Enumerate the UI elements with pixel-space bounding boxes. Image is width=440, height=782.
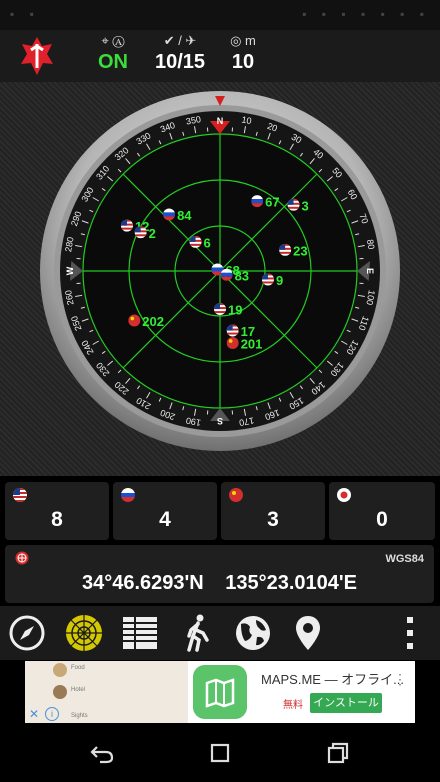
satellite-id: 23 — [293, 243, 307, 258]
more-vertical-icon[interactable] — [389, 612, 431, 654]
satellite-id: 201 — [241, 336, 263, 351]
datum-label: WGS84 — [385, 553, 424, 565]
coordinates: 34°46.6293'N 135°23.0104'E — [81, 572, 358, 594]
mapsme-app-icon — [193, 665, 247, 719]
constellation-count-us: 8 — [51, 508, 63, 531]
satellite-id: 83 — [235, 268, 249, 283]
compass-cardinal-s: S — [217, 416, 223, 426]
satellite-id: 84 — [177, 208, 192, 223]
compass-cardinal-e: E — [365, 268, 375, 274]
compass-degree-label: 10 — [241, 115, 253, 127]
cn-flag-icon — [128, 314, 141, 327]
ad-map-label: Food — [71, 665, 85, 671]
back-icon[interactable] — [88, 740, 116, 766]
compass-degree-label: 80 — [365, 239, 377, 251]
status-bar: ▪ ▪ ▪ ▪ ▪ ▪ ▪ ▪ ▪ — [0, 0, 440, 30]
us-flag-icon — [134, 226, 147, 239]
ad-title: MAPS.ME — オフライ... — [261, 672, 405, 687]
us-flag-icon — [189, 235, 202, 248]
cn-flag-icon — [229, 488, 243, 502]
us-flag-icon — [287, 198, 300, 211]
ad-close-icon[interactable]: ✕ — [29, 707, 39, 721]
app-logo-icon[interactable] — [20, 36, 54, 76]
position-card[interactable]: WGS84 34°46.6293'N 135°23.0104'E — [5, 545, 434, 603]
android-nav-bar — [0, 724, 440, 782]
jp-flag-icon — [337, 488, 351, 502]
us-flag-icon — [120, 219, 133, 232]
us-flag-icon — [261, 273, 274, 286]
bottom-toolbar — [0, 606, 440, 660]
ru-flag-icon — [251, 195, 264, 208]
constellation-count-ru: 4 — [159, 508, 171, 531]
constellation-card-cn[interactable]: 3 — [221, 482, 325, 540]
constellation-card-jp[interactable]: 0 — [329, 482, 435, 540]
food-icon — [53, 663, 67, 677]
compass-cardinal-w: W — [65, 266, 75, 275]
status-notification-icons: ▪ ▪ — [10, 7, 40, 21]
status-system-icons: ▪ ▪ ▪ ▪ ▪ ▪ ▪ — [302, 7, 430, 21]
list-icon[interactable] — [120, 612, 162, 654]
accuracy-label: ◎ m — [230, 33, 256, 48]
ad-price: 無料 — [283, 700, 303, 711]
constellation-card-us[interactable]: 8 — [5, 482, 109, 540]
top-bar: ⌖ Ⓐ ON ✔ / ✈ 10/15 ◎ m 10 — [0, 30, 440, 82]
ad-map-label: Sights — [71, 713, 88, 719]
us-flag-icon — [214, 303, 226, 316]
globe-pin-icon — [15, 551, 29, 565]
us-flag-icon — [13, 488, 27, 502]
ru-flag-icon — [220, 268, 233, 281]
home-icon[interactable] — [206, 740, 234, 766]
satellite-id: 9 — [276, 273, 283, 288]
ad-map-label: Hotel — [71, 687, 86, 693]
ad-banner[interactable]: Food Hotel Sights ✕ i MAPS.ME — オフライ... … — [25, 661, 415, 723]
satellite-id: 19 — [228, 303, 242, 318]
walk-icon[interactable] — [177, 612, 219, 654]
satellite-id: 3 — [302, 198, 309, 213]
ru-flag-icon — [163, 208, 176, 221]
satellite-id: 67 — [265, 195, 279, 210]
compass-icon[interactable] — [6, 612, 48, 654]
constellation-count-jp: 0 — [376, 508, 388, 531]
ad-install-button[interactable]: インストール — [310, 693, 382, 713]
radar-icon[interactable] — [63, 612, 105, 654]
satellite-id: 2 — [149, 226, 156, 241]
satellite-id: 202 — [142, 314, 164, 329]
compass-cardinal-n: N — [217, 116, 224, 126]
satellite-radar[interactable]: 1020304050607080100110120130140150160170… — [39, 90, 401, 452]
ad-more-icon[interactable]: ⋮ — [393, 671, 407, 688]
hotel-icon — [53, 685, 67, 699]
ru-flag-icon — [121, 488, 135, 502]
recents-icon[interactable] — [324, 740, 352, 766]
constellation-card-ru[interactable]: 4 — [113, 482, 217, 540]
map-pin-icon[interactable] — [287, 612, 329, 654]
us-flag-icon — [226, 324, 239, 337]
accuracy: ◎ m 10 — [203, 30, 283, 74]
accuracy-value: 10 — [231, 51, 255, 73]
constellation-count-cn: 3 — [267, 508, 279, 531]
globe-icon[interactable] — [232, 612, 274, 654]
us-flag-icon — [279, 243, 292, 256]
satellite-id: 6 — [204, 235, 211, 250]
cn-flag-icon — [226, 336, 239, 349]
ad-info-icon[interactable]: i — [45, 707, 59, 721]
